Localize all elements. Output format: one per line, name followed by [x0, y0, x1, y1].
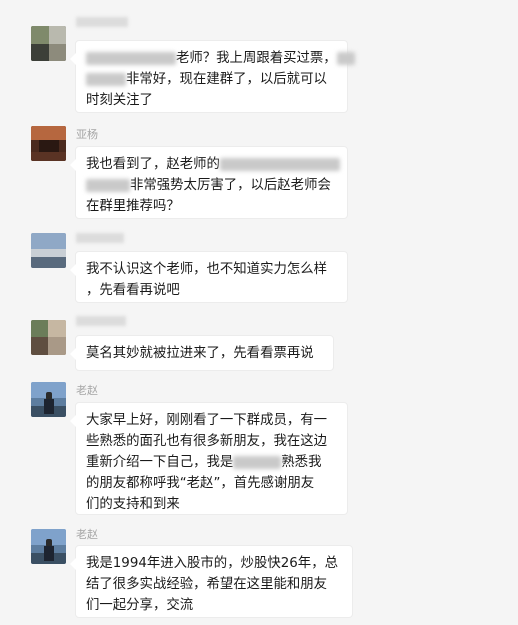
scrollbar[interactable]: [512, 0, 516, 625]
sender-name: [76, 17, 128, 27]
message-line: 莫名其妙就被拉进来了，先看看票再说: [86, 346, 314, 361]
message-line: 们的支持和到来: [86, 497, 180, 512]
message-line: 的朋友都称呼我“老赵”，首先感谢朋友: [86, 476, 315, 491]
message-line: 我不认识这个老师，也不知道实力怎么样: [86, 262, 328, 277]
avatar[interactable]: [31, 233, 66, 268]
avatar[interactable]: [31, 529, 66, 564]
message-bubble[interactable]: 大家早上好，刚刚看了一下群成员，有一 些熟悉的面孔也有很多新朋友，我在这边 重新…: [70, 402, 348, 515]
message-line: 结了很多实战经验，希望在这里能和朋友: [86, 577, 328, 592]
message-bubble[interactable]: 莫名其妙就被拉进来了，先看看票再说: [70, 335, 334, 371]
message-line: 时刻关注了: [86, 93, 153, 108]
sender-name: 老赵: [76, 384, 98, 397]
message-line: 大家早上好，刚刚看了一下群成员，有一: [86, 413, 328, 428]
avatar[interactable]: [31, 320, 66, 355]
message-bubble[interactable]: 我也看到了，赵老师的 非常强势太厉害了，以后赵老师会 在群里推荐吗？: [70, 146, 348, 219]
sender-name: 亚杨: [76, 128, 98, 141]
message-line: 重新介绍一下自己，我是 熟悉我: [86, 455, 322, 470]
message-bubble[interactable]: 我是1994年进入股市的，炒股快26年，总 结了很多实战经验，希望在这里能和朋友…: [70, 545, 353, 618]
chat-history[interactable]: 老师？我上周跟着买过票， 非常好，现在建群了，以后就可以 时刻关注了 亚杨 我也…: [0, 0, 518, 625]
message-line: 在群里推荐吗？: [86, 199, 180, 214]
message-line: ，先看看再说吧: [86, 283, 180, 298]
sender-name: 老赵: [76, 528, 98, 541]
message-line: 老师？我上周跟着买过票，: [86, 48, 355, 69]
sender-name: [76, 316, 126, 326]
message-line: 非常强势太厉害了，以后赵老师会: [86, 175, 337, 196]
avatar[interactable]: [31, 26, 66, 61]
message-line: 些熟悉的面孔也有很多新朋友，我在这边: [86, 434, 328, 449]
sender-name: [76, 233, 124, 243]
message-line: 我是1994年进入股市的，炒股快26年，总: [86, 556, 338, 571]
message-line: 们一起分享，交流: [86, 598, 194, 613]
message-bubble[interactable]: 我不认识这个老师，也不知道实力怎么样 ，先看看再说吧: [70, 251, 348, 303]
avatar[interactable]: [31, 126, 66, 161]
avatar[interactable]: [31, 382, 66, 417]
message-line: 非常好，现在建群了，以后就可以: [86, 69, 337, 90]
message-line: 我也看到了，赵老师的: [86, 154, 340, 175]
message-bubble[interactable]: 老师？我上周跟着买过票， 非常好，现在建群了，以后就可以 时刻关注了: [70, 40, 355, 113]
